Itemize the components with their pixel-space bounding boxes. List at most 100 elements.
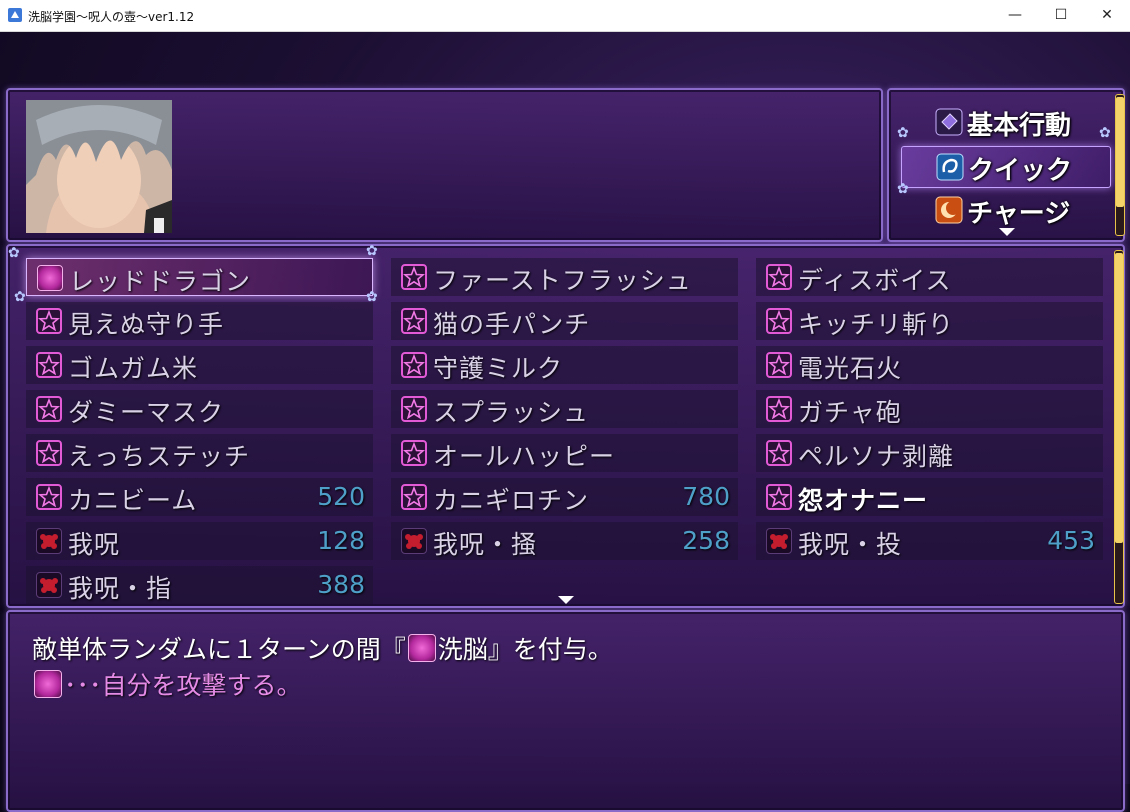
skill-item[interactable]: 見えぬ守り手: [26, 302, 373, 340]
help-effect-line: ･･･自分を攻撃する。: [32, 666, 302, 702]
skill-name: 見えぬ守り手: [68, 310, 225, 339]
skill-item[interactable]: 怨オナニー: [756, 478, 1103, 516]
skill-item[interactable]: ゴムガム米: [26, 346, 373, 384]
skill-item[interactable]: オールハッピー: [391, 434, 738, 472]
skill-name: 怨オナニー: [798, 486, 929, 515]
star-icon: [36, 352, 62, 378]
star-icon: [401, 352, 427, 378]
flower-ornament-icon: ✿: [366, 243, 378, 259]
curse-icon: [766, 528, 792, 554]
skill-item[interactable]: えっちステッチ: [26, 434, 373, 472]
swirl-icon: [936, 153, 964, 181]
skill-cost: 780: [682, 482, 730, 511]
star-icon: [401, 484, 427, 510]
window-title: 洗脳学園～呪人の壺～ver1.12: [28, 10, 195, 24]
flower-ornament-icon: ✿: [1099, 125, 1111, 141]
skill-item[interactable]: ガチャ砲: [756, 390, 1103, 428]
curse-icon: [36, 572, 62, 598]
star-icon: [401, 264, 427, 290]
brain-icon: [37, 265, 63, 291]
skill-name: カニギロチン: [433, 486, 590, 515]
help-window: 敵単体ランダムに１ターンの間『 洗脳』を付与。 ･･･自分を攻撃する。: [6, 610, 1125, 812]
actor-status-panel: [6, 88, 883, 242]
skill-name: キッチリ斬り: [798, 310, 955, 339]
star-icon: [401, 308, 427, 334]
maximize-button[interactable]: ☐: [1038, 0, 1084, 31]
flower-ornament-icon: ✿: [366, 289, 378, 305]
brainwash-icon: [407, 634, 436, 662]
skill-item[interactable]: スプラッシュ: [391, 390, 738, 428]
skill-name: えっちステッチ: [68, 442, 251, 471]
minimize-button[interactable]: —: [992, 0, 1038, 31]
skill-name: ペルソナ剥離: [798, 442, 955, 471]
skill-item[interactable]: ダミーマスク: [26, 390, 373, 428]
game-screen: 基本行動 クイック チャージ ✿ ✿ ✿ レッドドラゴン 見えぬ守り手 ゴムガム米ダ…: [0, 32, 1130, 812]
skill-cost: 453: [1047, 526, 1095, 555]
star-icon: [766, 352, 792, 378]
help-text-pre: 敵単体ランダムに１ターンの間『: [32, 635, 406, 664]
skill-item[interactable]: ディスボイス: [756, 258, 1103, 296]
skill-item[interactable]: 電光石火: [756, 346, 1103, 384]
star-icon: [766, 396, 792, 422]
star-icon: [766, 264, 792, 290]
skill-item[interactable]: 我呪・指 388: [26, 566, 373, 604]
skill-name: 守護ミルク: [433, 354, 564, 383]
skill-name: オールハッピー: [433, 442, 616, 471]
skill-cost: 258: [682, 526, 730, 555]
command-scrollbar[interactable]: [1115, 94, 1125, 236]
scroll-down-arrow-icon[interactable]: [999, 228, 1015, 236]
skill-name: 我呪・投: [798, 530, 903, 559]
skill-item[interactable]: 我呪 128: [26, 522, 373, 560]
skill-name: カニビーム: [68, 486, 198, 515]
skill-item[interactable]: カニギロチン 780: [391, 478, 738, 516]
curse-icon: [401, 528, 427, 554]
skill-name: 猫の手パンチ: [433, 310, 591, 339]
help-effect-text: ･･･自分を攻撃する。: [64, 671, 302, 700]
flower-ornament-icon: ✿: [8, 245, 20, 261]
skill-name: 我呪・掻: [433, 530, 538, 559]
flower-ornament-icon: ✿: [897, 125, 909, 141]
star-icon: [401, 396, 427, 422]
skill-name: 我呪: [68, 530, 121, 559]
book-icon: [935, 108, 963, 136]
skill-name: ディスボイス: [798, 266, 952, 295]
skill-scrollbar[interactable]: [1114, 250, 1124, 604]
close-button[interactable]: ✕: [1084, 0, 1130, 31]
skill-name: レッドドラゴン: [69, 267, 252, 296]
star-icon: [766, 308, 792, 334]
skill-item[interactable]: ペルソナ剥離: [756, 434, 1103, 472]
skill-item[interactable]: キッチリ斬り: [756, 302, 1103, 340]
star-icon: [36, 308, 62, 334]
command-label: 基本行動: [967, 111, 1072, 141]
skill-cost: 388: [317, 570, 365, 599]
window-title-bar: 洗脳学園～呪人の壺～ver1.12 — ☐ ✕: [0, 0, 1130, 32]
star-icon: [766, 484, 792, 510]
scrollbar-thumb[interactable]: [1115, 253, 1123, 543]
command-charge[interactable]: チャージ: [901, 190, 1109, 230]
scroll-down-arrow-icon[interactable]: [558, 596, 574, 604]
skill-item[interactable]: 我呪・掻 258: [391, 522, 738, 560]
scrollbar-thumb[interactable]: [1116, 97, 1124, 207]
skill-item[interactable]: カニビーム 520: [26, 478, 373, 516]
skill-name: 我呪・指: [68, 574, 173, 603]
skill-name: ゴムガム米: [68, 354, 199, 383]
skill-item[interactable]: レッドドラゴン: [26, 258, 373, 296]
skill-list-panel: レッドドラゴン 見えぬ守り手 ゴムガム米ダミーマスク えっちステッチカニビーム 520 我…: [6, 244, 1125, 608]
character-portrait: [26, 100, 172, 233]
skill-item[interactable]: 我呪・投 453: [756, 522, 1103, 560]
help-description: 敵単体ランダムに１ターンの間『 洗脳』を付与。: [32, 630, 613, 666]
brainwash-icon: [34, 670, 62, 698]
flower-ornament-icon: ✿: [897, 181, 909, 197]
skill-item[interactable]: 猫の手パンチ: [391, 302, 738, 340]
skill-name: ファーストフラッシュ: [433, 266, 692, 295]
flower-ornament-icon: ✿: [14, 289, 26, 305]
app-icon: [8, 8, 22, 22]
command-label: クイック: [968, 156, 1073, 186]
help-text-post: 洗脳』を付与。: [437, 635, 613, 664]
skill-name: ダミーマスク: [68, 398, 225, 427]
star-icon: [36, 396, 62, 422]
skill-item[interactable]: 守護ミルク: [391, 346, 738, 384]
command-basic-action[interactable]: 基本行動: [901, 102, 1109, 142]
command-quick[interactable]: クイック: [901, 146, 1111, 188]
skill-item[interactable]: ファーストフラッシュ: [391, 258, 738, 296]
